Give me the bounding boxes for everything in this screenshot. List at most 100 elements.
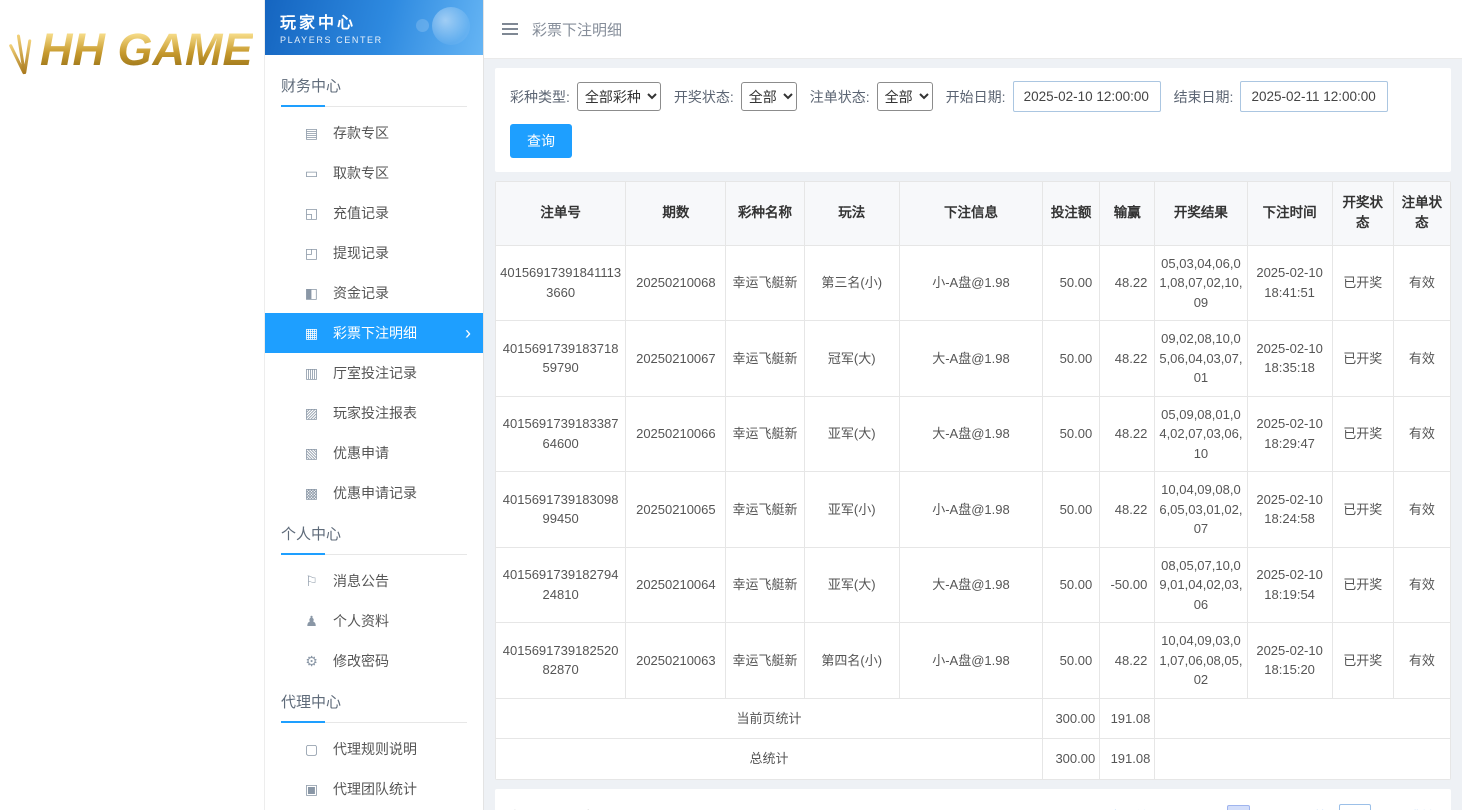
soccer-ball-icon xyxy=(432,7,470,45)
summary-body: 当前页统计 300.00 191.08 总统计 300.00 191.08 xyxy=(496,698,1451,779)
section-title-personal: 个人中心 xyxy=(281,523,467,555)
column-header: 下注信息 xyxy=(899,182,1042,246)
menu-item-label: 个人资料 xyxy=(333,611,471,631)
cell-bet-amount: 50.00 xyxy=(1043,396,1100,472)
first-page-link[interactable]: 首页 xyxy=(1135,807,1163,810)
table-head: 注单号期数彩种名称玩法下注信息投注额输赢开奖结果下注时间开奖状态注单状态 xyxy=(496,182,1451,246)
cell-bet-status: 有效 xyxy=(1393,245,1450,321)
cell-draw-result: 09,02,08,10,05,06,04,03,07,01 xyxy=(1155,321,1247,397)
cell-bet-status: 有效 xyxy=(1393,321,1450,397)
menu-list-agent: ▢ 代理规则说明 › ▣ 代理团队统计 › xyxy=(265,729,483,809)
withdraw-icon: ▭ xyxy=(303,165,320,182)
query-button[interactable]: 查询 xyxy=(510,124,572,158)
content-area: 彩种类型: 全部彩种 开奖状态: 全部 注单状态: xyxy=(484,59,1462,810)
sidebar-menu-item[interactable]: ▣ 代理团队统计 › xyxy=(265,769,483,809)
end-date-group: 结束日期: xyxy=(1174,81,1389,112)
menu-item-label: 资金记录 xyxy=(333,283,471,303)
cell-period: 20250210065 xyxy=(626,472,726,548)
cell-play-type: 第三名(小) xyxy=(804,245,899,321)
bet-status-select[interactable]: 全部 xyxy=(877,82,933,111)
menu-item-label: 玩家投注报表 xyxy=(333,403,471,423)
column-header: 玩法 xyxy=(804,182,899,246)
cell-draw-result: 08,05,07,10,09,01,04,02,03,06 xyxy=(1155,547,1247,623)
sidebar-menu-item[interactable]: ▥ 厅室投注记录 › xyxy=(265,353,483,393)
next-page-link[interactable]: 下一页 xyxy=(1261,807,1303,810)
player-bet-report-icon: ▨ xyxy=(303,405,320,422)
summary-row: 当前页统计 300.00 191.08 xyxy=(496,698,1451,739)
summary-bet-amount: 300.00 xyxy=(1043,698,1100,739)
cell-bet-no: 401569173918338764600 xyxy=(496,396,626,472)
bell-icon: ⚐ xyxy=(303,573,320,590)
current-page-indicator[interactable]: 1 xyxy=(1227,805,1250,810)
cell-winloss: 48.22 xyxy=(1100,472,1155,548)
logo-rays-icon xyxy=(8,30,40,76)
cell-bet-amount: 50.00 xyxy=(1043,547,1100,623)
sidebar-menu-item[interactable]: ▦ 彩票下注明细 › xyxy=(265,313,483,353)
sidebar-menu-item[interactable]: ▨ 玩家投注报表 › xyxy=(265,393,483,433)
summary-winloss: 191.08 xyxy=(1100,739,1155,780)
cell-bet-time: 2025-02-10 18:15:20 xyxy=(1247,623,1332,699)
bet-status-group: 注单状态: 全部 xyxy=(810,82,933,111)
cell-lottery-name: 幸运飞艇新 xyxy=(726,472,804,548)
withdrawal-record-icon: ◰ xyxy=(303,245,320,262)
summary-empty-cell xyxy=(1155,698,1451,739)
sidebar-menu-item[interactable]: ▭ 取款专区 › xyxy=(265,153,483,193)
cell-bet-time: 2025-02-10 18:41:51 xyxy=(1247,245,1332,321)
column-header: 开奖结果 xyxy=(1155,182,1247,246)
cell-lottery-name: 幸运飞艇新 xyxy=(726,623,804,699)
page-suffix-label: 页 xyxy=(1382,807,1396,810)
cell-play-type: 亚军(小) xyxy=(804,472,899,548)
column-header: 彩种名称 xyxy=(726,182,804,246)
sidebar-menu-item[interactable]: ⚙ 修改密码 › xyxy=(265,641,483,681)
draw-status-select[interactable]: 全部 xyxy=(741,82,797,111)
cell-winloss: 48.22 xyxy=(1100,321,1155,397)
promo-apply-record-icon: ▩ xyxy=(303,485,320,502)
sidebar-menu-item[interactable]: ▩ 优惠申请记录 › xyxy=(265,473,483,513)
sidebar-menu-item[interactable]: ⚐ 消息公告 › xyxy=(265,561,483,601)
sidebar-menu-item[interactable]: ▤ 存款专区 › xyxy=(265,113,483,153)
cell-bet-info: 小-A盘@1.98 xyxy=(899,245,1042,321)
cell-play-type: 第四名(小) xyxy=(804,623,899,699)
brand-logo[interactable]: HH GAME xyxy=(8,24,264,76)
prev-page-link[interactable]: 上一页 xyxy=(1174,807,1216,810)
menu-item-label: 充值记录 xyxy=(333,203,471,223)
page-jump-input[interactable] xyxy=(1339,804,1371,810)
draw-status-label: 开奖状态: xyxy=(674,87,734,107)
funds-record-icon: ◧ xyxy=(303,285,320,302)
logo-text: HH GAME xyxy=(40,24,253,76)
table-body: 401569173918411133660 20250210068 幸运飞艇新 … xyxy=(496,245,1451,698)
menu-item-label: 优惠申请记录 xyxy=(333,483,471,503)
column-header: 下注时间 xyxy=(1247,182,1332,246)
cell-bet-no: 401569173918252082870 xyxy=(496,623,626,699)
lottery-type-select[interactable]: 全部彩种 xyxy=(577,82,661,111)
pager-controls: 共6条 首页 上一页 1 下一页 第 页 跳转 xyxy=(1088,804,1435,810)
start-date-input[interactable] xyxy=(1013,81,1161,112)
sidebar-menu-item[interactable]: ▧ 优惠申请 › xyxy=(265,433,483,473)
column-header: 期数 xyxy=(626,182,726,246)
end-date-input[interactable] xyxy=(1240,81,1388,112)
menu-toggle-icon[interactable] xyxy=(502,19,518,39)
cell-bet-info: 大-A盘@1.98 xyxy=(899,547,1042,623)
cell-draw-status: 已开奖 xyxy=(1332,321,1393,397)
total-count-label: 共6条 xyxy=(1088,807,1124,810)
deposit-icon: ▤ xyxy=(303,125,320,142)
sidebar-menu-item[interactable]: ◧ 资金记录 › xyxy=(265,273,483,313)
cell-draw-status: 已开奖 xyxy=(1332,472,1393,548)
sidebar-menu-item[interactable]: ♟ 个人资料 › xyxy=(265,601,483,641)
cell-bet-time: 2025-02-10 18:29:47 xyxy=(1247,396,1332,472)
menu-item-label: 代理团队统计 xyxy=(333,779,471,799)
cell-bet-info: 小-A盘@1.98 xyxy=(899,623,1042,699)
per-page-label: 每页显示20条 xyxy=(511,807,597,810)
cell-winloss: -50.00 xyxy=(1100,547,1155,623)
sidebar-menu-item[interactable]: ◰ 提现记录 › xyxy=(265,233,483,273)
sidebar-menu-item[interactable]: ◱ 充值记录 › xyxy=(265,193,483,233)
cell-winloss: 48.22 xyxy=(1100,623,1155,699)
column-header: 投注额 xyxy=(1043,182,1100,246)
cell-lottery-name: 幸运飞艇新 xyxy=(726,321,804,397)
cell-draw-status: 已开奖 xyxy=(1332,547,1393,623)
summary-winloss: 191.08 xyxy=(1100,698,1155,739)
bet-detail-table: 注单号期数彩种名称玩法下注信息投注额输赢开奖结果下注时间开奖状态注单状态 401… xyxy=(495,181,1451,780)
sidebar-menu-item[interactable]: ▢ 代理规则说明 › xyxy=(265,729,483,769)
cell-draw-status: 已开奖 xyxy=(1332,396,1393,472)
jump-button[interactable]: 跳转 xyxy=(1407,807,1435,810)
